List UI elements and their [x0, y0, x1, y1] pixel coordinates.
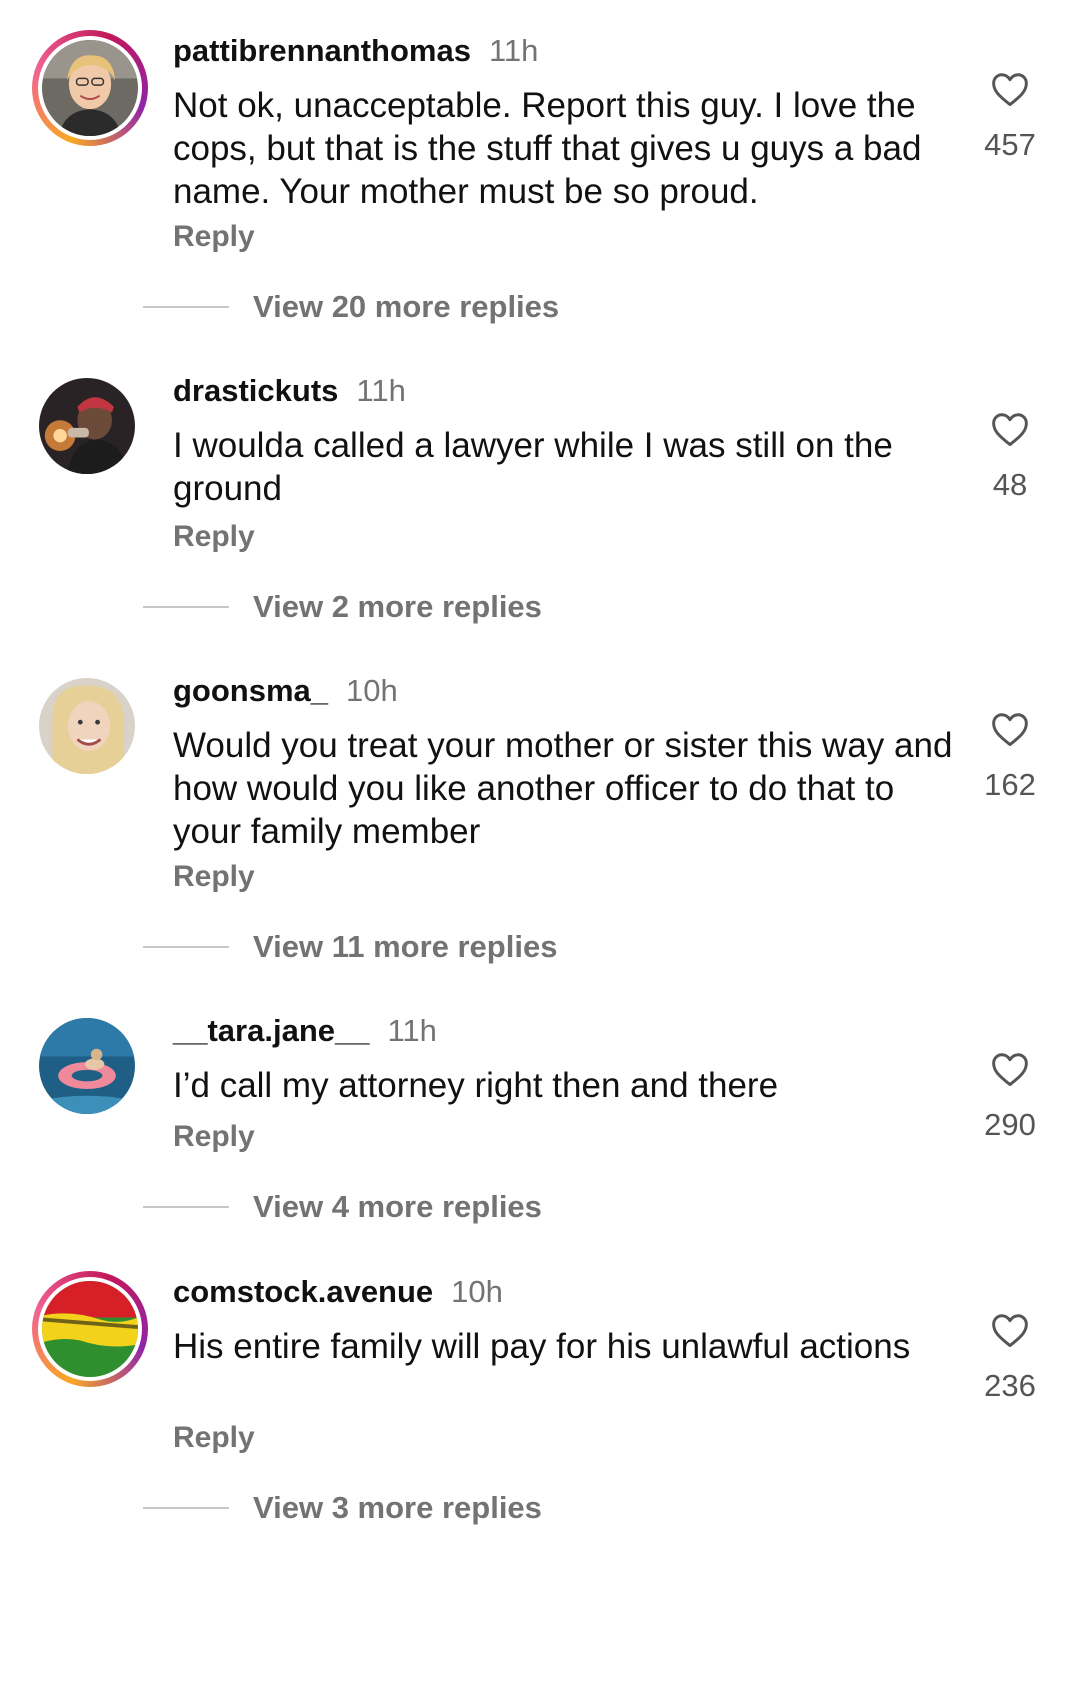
comment-text: His entire family will pay for his unlaw… — [173, 1327, 911, 1366]
like-button[interactable]: 236 — [970, 1312, 1050, 1404]
avatar-image — [39, 378, 135, 474]
reply-button[interactable]: Reply — [173, 220, 255, 254]
replies-divider — [143, 606, 229, 608]
timestamp: 11h — [356, 373, 406, 408]
avatar[interactable] — [39, 678, 135, 774]
avatar[interactable] — [32, 1271, 148, 1387]
like-count: 457 — [984, 127, 1036, 162]
reply-button[interactable]: Reply — [173, 860, 255, 894]
view-more-replies-label: View 20 more replies — [253, 289, 560, 324]
comment-text: I woulda called a lawyer while I was sti… — [173, 426, 893, 508]
replies-divider — [143, 306, 229, 308]
avatar[interactable] — [39, 378, 135, 474]
view-more-replies-label: View 2 more replies — [253, 589, 542, 624]
reply-button[interactable]: Reply — [173, 1120, 255, 1154]
comment-text: Not ok, unacceptable. Report this guy. I… — [173, 86, 922, 211]
avatar[interactable] — [32, 30, 148, 146]
reply-button[interactable]: Reply — [173, 520, 255, 554]
heart-outline-icon — [992, 413, 1028, 447]
timestamp: 11h — [387, 1013, 437, 1048]
like-button[interactable]: 457 — [970, 71, 1050, 163]
avatar-image — [42, 1281, 138, 1377]
avatar[interactable] — [39, 1018, 135, 1114]
heart-outline-icon — [992, 73, 1028, 107]
comment-header: drastickuts 11h — [173, 371, 406, 411]
like-button[interactable]: 48 — [970, 411, 1050, 503]
username[interactable]: __tara.jane__ — [173, 1013, 369, 1048]
username[interactable]: goonsma_ — [173, 673, 328, 708]
view-more-replies[interactable]: View 20 more replies — [143, 287, 559, 327]
timestamp: 11h — [488, 33, 539, 68]
like-button[interactable]: 162 — [970, 711, 1050, 803]
username[interactable]: drastickuts — [173, 373, 338, 408]
view-more-replies-label: View 11 more replies — [253, 929, 558, 964]
view-more-replies[interactable]: View 3 more replies — [143, 1488, 542, 1528]
replies-divider — [143, 1507, 229, 1509]
view-more-replies-label: View 4 more replies — [253, 1189, 542, 1224]
view-more-replies-label: View 3 more replies — [253, 1490, 542, 1525]
comment-text: I’d call my attorney right then and ther… — [173, 1066, 779, 1105]
timestamp: 10h — [451, 1274, 503, 1309]
heart-outline-icon — [992, 713, 1028, 747]
view-more-replies[interactable]: View 4 more replies — [143, 1187, 542, 1227]
username[interactable]: comstock.avenue — [173, 1274, 433, 1309]
view-more-replies[interactable]: View 11 more replies — [143, 927, 557, 967]
like-count: 48 — [992, 467, 1028, 502]
avatar-image — [39, 678, 135, 774]
comment-header: __tara.jane__ 11h — [173, 1011, 437, 1051]
avatar-image — [42, 40, 138, 136]
heart-outline-icon — [992, 1053, 1028, 1087]
username[interactable]: pattibrennanthomas — [173, 33, 471, 68]
like-button[interactable]: 290 — [970, 1051, 1050, 1143]
comment-header: pattibrennanthomas 11h — [173, 31, 538, 71]
replies-divider — [143, 946, 229, 948]
avatar-image — [39, 1018, 135, 1114]
reply-button[interactable]: Reply — [173, 1421, 255, 1455]
comment-text: Would you treat your mother or sister th… — [173, 726, 953, 851]
view-more-replies[interactable]: View 2 more replies — [143, 587, 542, 627]
timestamp: 10h — [346, 673, 398, 708]
heart-outline-icon — [992, 1314, 1028, 1348]
like-count: 236 — [984, 1368, 1036, 1403]
like-count: 290 — [984, 1107, 1036, 1142]
comment-header: goonsma_ 10h — [173, 671, 398, 711]
like-count: 162 — [984, 767, 1036, 802]
comment-header: comstock.avenue 10h — [173, 1272, 503, 1312]
replies-divider — [143, 1206, 229, 1208]
